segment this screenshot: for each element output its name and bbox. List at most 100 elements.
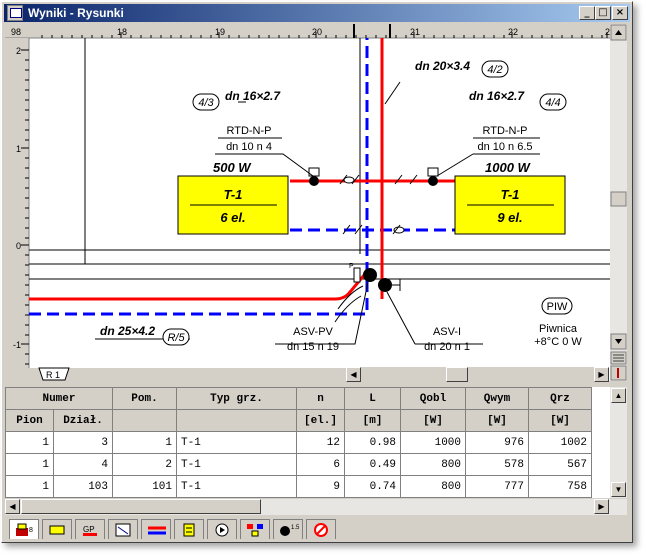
bottom-tab-bar: 8 GP 1.5 — [5, 516, 627, 540]
cell-qwym: 976 — [465, 431, 529, 454]
tab-gp[interactable]: GP — [75, 519, 105, 539]
left-thermostatic-valve-icon[interactable] — [308, 167, 320, 186]
cell-dzial: 3 — [53, 431, 113, 454]
results-window: Wyniki - Rysunki _ □ × 98 18 19 20 21 22… — [1, 1, 633, 543]
cell-qrz: 1002 — [528, 431, 592, 454]
table-header-row: Pion Dział. [el.] [m] [W] [W] [W] — [5, 409, 592, 432]
title-bar[interactable]: Wyniki - Rysunki _ □ × — [4, 4, 630, 22]
pipe-id-right: 4/4 — [545, 97, 560, 109]
cell-typ: T-1 — [176, 431, 297, 454]
maximize-button[interactable]: □ — [595, 6, 611, 20]
pipe-id-top: 4/2 — [487, 64, 502, 76]
radiator-left-elements: 6 el. — [220, 210, 245, 225]
scroll-thumb[interactable] — [446, 367, 468, 382]
svg-text:1.5: 1.5 — [291, 525, 300, 531]
col-numer[interactable]: Numer — [5, 387, 113, 410]
table-scroll-thumb[interactable] — [21, 499, 261, 514]
sheet-tab-r1[interactable]: R 1 — [5, 367, 349, 381]
tab-radiator-pion[interactable]: 8 — [9, 519, 39, 539]
col-typ[interactable]: Typ grz. — [176, 387, 297, 410]
col-qwym-unit: [W] — [465, 409, 529, 432]
ruler-top-label: 22 — [508, 27, 518, 37]
cell-qobl: 800 — [400, 475, 466, 498]
tab-play[interactable] — [207, 519, 237, 539]
radiator-left[interactable]: T-1 6 el. — [177, 175, 289, 235]
cell-dzial: 4 — [53, 453, 113, 476]
tab-pipes[interactable] — [141, 519, 171, 539]
ruler-top-label: 18 — [117, 27, 127, 37]
tab-network[interactable] — [240, 519, 270, 539]
table-header-row: Numer Pom. Typ grz. n L Qobl Qwym Qrz — [5, 387, 592, 410]
gp-icon: GP — [83, 525, 97, 536]
tab-panel[interactable] — [174, 519, 204, 539]
table-row[interactable]: 1 103 101 T-1 9 0.74 800 777 758 — [5, 475, 592, 498]
table-row[interactable]: 1 4 2 T-1 6 0.49 800 578 567 — [5, 453, 592, 476]
table-scroll-up-button[interactable]: ▲ — [611, 388, 626, 403]
panel-icon — [183, 523, 195, 537]
ruler-top-label: 21 — [410, 27, 420, 37]
col-n[interactable]: n — [296, 387, 345, 410]
right-valve-spec: dn 10 n 6.5 — [477, 141, 532, 153]
cell-qobl: 800 — [400, 453, 466, 476]
radiator-right[interactable]: T-1 9 el. — [454, 175, 566, 235]
window-title: Wyniki - Rysunki — [28, 6, 124, 20]
pipe-id-left: 4/3 — [198, 97, 214, 109]
cell-l: 0.98 — [344, 431, 401, 454]
pipe-label-left: dn 16×2.7 — [225, 89, 281, 103]
col-n-unit: [el.] — [296, 409, 345, 432]
col-l-unit: [m] — [344, 409, 401, 432]
scroll-right-button[interactable]: ▶ — [594, 367, 609, 382]
cell-dzial: 103 — [53, 475, 113, 498]
col-qrz[interactable]: Qrz — [528, 387, 592, 410]
cell-qwym: 578 — [465, 453, 529, 476]
radiator-right-power: 1000 W — [485, 160, 532, 175]
results-table[interactable]: Numer Pom. Typ grz. n L Qobl Qwym Qrz Pi… — [5, 387, 627, 498]
radiator-right-type: T-1 — [501, 187, 520, 202]
tab-radiator[interactable] — [42, 519, 72, 539]
pipes-icon — [148, 526, 166, 535]
drawing-hscrollbar[interactable]: ◀ ▶ — [346, 367, 609, 382]
table-vscrollbar[interactable]: ▲ ▼ — [610, 387, 627, 498]
cell-qobl: 1000 — [400, 431, 466, 454]
right-thermostatic-valve-icon[interactable] — [427, 167, 439, 186]
radiator-icon — [49, 525, 65, 535]
drawing-area[interactable]: 98 18 19 20 21 22 23 2 — [5, 24, 627, 381]
cell-typ: T-1 — [176, 453, 297, 476]
ruler-left-label: 0 — [16, 241, 21, 251]
close-button[interactable]: × — [612, 6, 628, 20]
drawing-vscrollbar[interactable] — [610, 24, 627, 381]
table-row[interactable]: 1 3 1 T-1 12 0.98 1000 976 1002 — [5, 431, 592, 454]
col-qobl[interactable]: Qobl — [400, 387, 466, 410]
pipe-label-bottom: dn 25×4.2 — [100, 324, 155, 338]
scroll-left-button[interactable]: ◀ — [346, 367, 361, 382]
cell-qrz: 567 — [528, 453, 592, 476]
tab-no-entry[interactable] — [306, 519, 336, 539]
col-pion[interactable]: Pion — [5, 409, 54, 432]
table-scroll-left-button[interactable]: ◀ — [5, 499, 20, 514]
col-dzial[interactable]: Dział. — [53, 409, 113, 432]
svg-text:GP: GP — [83, 525, 95, 534]
left-valve-type: RTD-N-P — [226, 125, 271, 137]
table-scroll-down-button[interactable]: ▼ — [611, 482, 626, 497]
svg-text:8: 8 — [29, 527, 33, 534]
left-valve-spec: dn 10 n 4 — [226, 141, 272, 153]
room-temperature: +8°C 0 W — [534, 336, 582, 348]
fitting-symbols-icon — [334, 174, 418, 323]
col-pom[interactable]: Pom. — [112, 387, 177, 410]
no-entry-icon — [314, 523, 328, 537]
table-hscrollbar[interactable]: ◀ ▶ — [5, 499, 627, 515]
col-l[interactable]: L — [344, 387, 401, 410]
cell-typ: T-1 — [176, 475, 297, 498]
col-qobl-unit: [W] — [400, 409, 466, 432]
app-icon[interactable] — [7, 5, 23, 21]
tab-view[interactable] — [108, 519, 138, 539]
minimize-button[interactable]: _ — [579, 6, 595, 20]
table-scroll-right-button[interactable]: ▶ — [594, 499, 609, 514]
col-pom-sub — [112, 409, 177, 432]
pipe-label-right: dn 16×2.7 — [469, 89, 525, 103]
col-qwym[interactable]: Qwym — [465, 387, 529, 410]
room-code: PIW — [547, 301, 568, 313]
asv-i-valve-icon[interactable] — [378, 278, 401, 292]
tab-node[interactable]: 1.5 — [273, 519, 303, 539]
cell-qwym: 777 — [465, 475, 529, 498]
